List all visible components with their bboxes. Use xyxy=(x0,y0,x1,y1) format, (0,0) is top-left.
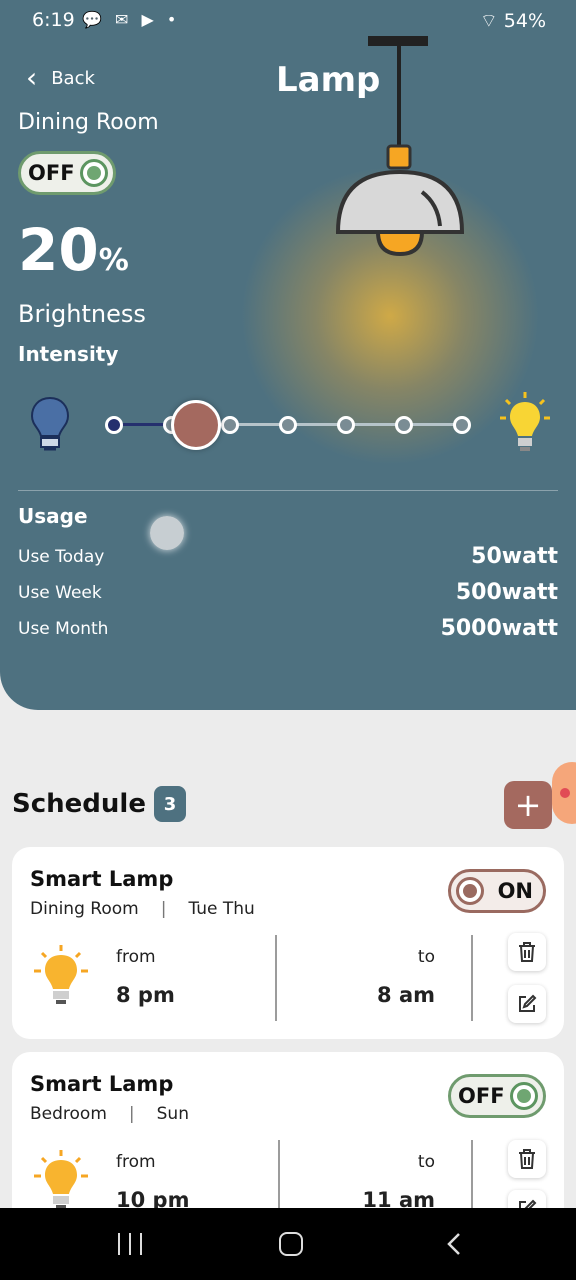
schedule-header: Schedule 3 xyxy=(12,786,186,822)
device-panel: ‹ Back Lamp Dining Room OFF 20% Brightne… xyxy=(0,36,576,710)
bulb-on-icon xyxy=(500,392,550,451)
room-name: Dining Room xyxy=(18,110,159,135)
to-label: to xyxy=(417,947,435,967)
usage-row-today: Use Today 50watt xyxy=(18,544,558,569)
trash-icon xyxy=(519,942,535,962)
schedule-device-name: Smart Lamp xyxy=(30,867,174,891)
toggle-knob xyxy=(510,1082,538,1110)
slider-step[interactable] xyxy=(453,416,471,434)
schedule-card[interactable]: Smart Lamp Dining Room | Tue Thu ON from 8… xyxy=(12,847,564,1039)
recent-apps-button[interactable] xyxy=(118,1233,142,1255)
toggle-knob xyxy=(456,877,484,905)
from-time: 8 pm xyxy=(116,983,175,1007)
bulb-off-icon xyxy=(30,396,70,451)
intensity-slider[interactable] xyxy=(0,380,576,470)
navigation-bar xyxy=(0,1208,576,1280)
schedule-title: Schedule xyxy=(12,789,146,819)
bulb-icon xyxy=(34,945,88,1004)
usage-title: Usage xyxy=(18,504,88,528)
slider-step[interactable] xyxy=(337,416,355,434)
add-schedule-button[interactable]: + xyxy=(504,781,552,829)
edit-icon xyxy=(519,994,537,1012)
trash-icon xyxy=(519,1149,535,1169)
notification-icons: 💬 ✉ ▶ • xyxy=(82,10,181,29)
status-bar: 6:19 💬 ✉ ▶ • ⌔ 54% xyxy=(0,0,576,40)
wifi-icon: ⌔ xyxy=(479,10,504,32)
divider xyxy=(275,935,277,1021)
power-state-label: OFF xyxy=(28,161,75,185)
lamp-power-toggle[interactable]: OFF xyxy=(18,151,116,195)
usage-row-week: Use Week 500watt xyxy=(18,580,558,605)
back-nav-icon[interactable] xyxy=(446,1232,462,1256)
delete-button[interactable] xyxy=(508,1140,546,1178)
intensity-label: Intensity xyxy=(18,342,119,366)
slider-step[interactable] xyxy=(279,416,297,434)
delete-button[interactable] xyxy=(508,933,546,971)
brightness-label: Brightness xyxy=(18,300,146,328)
usage-row-month: Use Month 5000watt xyxy=(18,616,558,641)
schedule-toggle[interactable]: ON xyxy=(448,869,546,913)
from-label: from xyxy=(116,947,156,967)
divider xyxy=(471,935,473,1021)
back-button[interactable]: ‹ Back xyxy=(26,61,95,94)
schedule-meta: Dining Room | Tue Thu xyxy=(30,899,255,919)
edit-button[interactable] xyxy=(508,985,546,1023)
back-label: Back xyxy=(51,67,95,89)
bulb-icon xyxy=(34,1150,88,1209)
schedule-meta: Bedroom | Sun xyxy=(30,1104,189,1124)
floating-assistant-bubble[interactable] xyxy=(552,762,576,824)
pendant-lamp-icon xyxy=(335,36,465,257)
slider-thumb[interactable] xyxy=(171,400,221,450)
slider-step[interactable] xyxy=(221,416,239,434)
battery-percentage: ⌔ 54% xyxy=(479,10,546,32)
toggle-knob xyxy=(80,159,108,187)
schedule-toggle[interactable]: OFF xyxy=(448,1074,546,1118)
schedule-device-name: Smart Lamp xyxy=(30,1072,174,1096)
home-button[interactable] xyxy=(279,1232,303,1256)
brightness-value: 20% xyxy=(18,216,129,284)
slider-step[interactable] xyxy=(105,416,123,434)
divider xyxy=(18,490,558,491)
status-time: 6:19 xyxy=(32,9,75,31)
to-label: to xyxy=(417,1152,435,1172)
slider-step[interactable] xyxy=(395,416,413,434)
chevron-left-icon: ‹ xyxy=(26,61,38,94)
from-label: from xyxy=(116,1152,156,1172)
to-time: 8 am xyxy=(377,983,435,1007)
schedule-count-badge: 3 xyxy=(153,786,186,822)
